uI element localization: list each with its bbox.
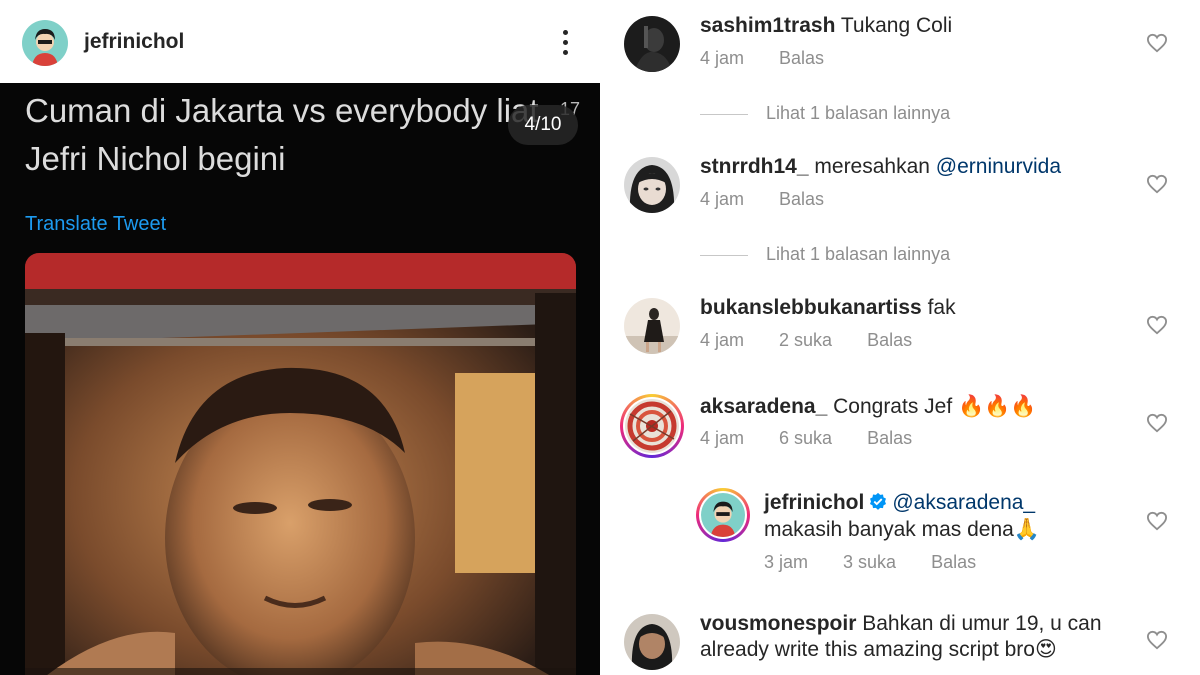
post-panel: jefrinichol Cuman di Jakarta vs everybod…: [0, 0, 600, 675]
heart-icon[interactable]: [1146, 511, 1168, 531]
comment-likes[interactable]: 6 suka: [779, 428, 832, 448]
commenter-avatar[interactable]: [625, 399, 679, 453]
comment-time: 4 jam: [700, 330, 745, 350]
comment-username[interactable]: vousmonespoir: [700, 612, 856, 635]
view-replies-label: Lihat 1 balasan lainnya: [766, 244, 951, 264]
commenter-avatar[interactable]: [701, 493, 745, 537]
comment-text-line: jefrinichol @aksaradena_: [764, 491, 1035, 515]
comment-username[interactable]: aksaradena_: [700, 395, 827, 418]
replies-divider: [700, 113, 748, 115]
verified-badge-icon: [870, 492, 887, 510]
comment-text: makasih banyak mas dena: [764, 518, 1014, 541]
comment-text: meresahkan: [814, 155, 936, 178]
view-more-replies[interactable]: Lihat 1 balasan lainnya: [700, 103, 950, 124]
comment-likes[interactable]: 2 suka: [779, 330, 832, 350]
comment-username[interactable]: jefrinichol: [764, 491, 864, 514]
tweet-photo: [25, 253, 576, 675]
commenter-avatar[interactable]: [624, 16, 680, 72]
story-ring[interactable]: [620, 394, 684, 458]
comment-text: Congrats Jef: [833, 395, 959, 418]
post-media[interactable]: Cuman di Jakarta vs everybody liat Jefri…: [0, 83, 600, 675]
commenter-avatar[interactable]: [624, 298, 680, 354]
comments-panel: sashim1trash Tukang Coli 4 jam Balas Lih…: [600, 0, 1200, 675]
comment-meta: 4 jam 2 suka Balas: [700, 330, 942, 351]
comment-time: 4 jam: [700, 428, 745, 448]
reply-button[interactable]: Balas: [867, 428, 912, 448]
comment-username[interactable]: sashim1trash: [700, 14, 835, 37]
heart-icon[interactable]: [1146, 174, 1168, 194]
view-replies-label: Lihat 1 balasan lainnya: [766, 103, 951, 123]
view-more-replies[interactable]: Lihat 1 balasan lainnya: [700, 244, 950, 265]
comment-meta: 3 jam 3 suka Balas: [764, 552, 1006, 573]
tweet-text: Cuman di Jakarta vs everybody liat Jefri…: [25, 92, 539, 177]
comment-username[interactable]: stnrrdh14_: [700, 155, 809, 178]
post-header: jefrinichol: [0, 0, 600, 83]
comment-text-line: stnrrdh14_ meresahkan @erninurvida: [700, 155, 1061, 179]
commenter-avatar[interactable]: [624, 614, 680, 670]
fire-emoji: 🔥🔥🔥: [958, 395, 1037, 418]
comment-likes[interactable]: 3 suka: [843, 552, 896, 572]
heart-eyes-emoji: 😍: [1034, 638, 1057, 661]
reply-button[interactable]: Balas: [931, 552, 976, 572]
comment-username[interactable]: bukanslebbukanartiss: [700, 296, 922, 319]
comment-text-line: vousmonespoir Bahkan di umur 19, u can: [700, 612, 1102, 636]
slide-counter: 4/10: [508, 105, 578, 145]
comment-text-line-2: makasih banyak mas dena🙏: [764, 518, 1040, 542]
comment-text-line: aksaradena_ Congrats Jef 🔥🔥🔥: [700, 395, 1036, 419]
replies-divider: [700, 254, 748, 256]
commenter-avatar[interactable]: [624, 157, 680, 213]
heart-icon[interactable]: [1146, 630, 1168, 650]
post-author-avatar[interactable]: [22, 20, 68, 66]
comment-text: fak: [927, 296, 956, 319]
comment-meta: 4 jam Balas: [700, 189, 854, 210]
comment-text-line: bukanslebbukanartiss fak: [700, 296, 956, 320]
comment-meta: 4 jam Balas: [700, 48, 854, 69]
reply-button[interactable]: Balas: [867, 330, 912, 350]
pray-emoji: 🙏: [1013, 518, 1040, 541]
comment-text-continued: already write this amazing script bro: [700, 638, 1035, 661]
comment-text: Tukang Coli: [840, 14, 953, 37]
post-author-username[interactable]: jefrinichol: [84, 30, 184, 54]
heart-icon[interactable]: [1146, 413, 1168, 433]
comment-text-line: sashim1trash Tukang Coli: [700, 14, 952, 38]
comment-time: 4 jam: [700, 48, 745, 68]
comment-mention[interactable]: @erninurvida: [936, 155, 1061, 178]
comment-text: Bahkan di umur 19, u can: [862, 612, 1102, 635]
heart-icon[interactable]: [1146, 315, 1168, 335]
reply-button[interactable]: Balas: [779, 189, 824, 209]
comment-meta: 4 jam 6 suka Balas: [700, 428, 942, 449]
translate-tweet-link[interactable]: Translate Tweet: [25, 213, 166, 236]
story-ring[interactable]: [696, 488, 750, 542]
comment-time: 4 jam: [700, 189, 745, 209]
comment-mention[interactable]: @aksaradena_: [892, 491, 1035, 514]
reply-button[interactable]: Balas: [779, 48, 824, 68]
more-vertical-icon[interactable]: [556, 28, 576, 58]
comment-time: 3 jam: [764, 552, 809, 572]
comment-text-line-2: already write this amazing script bro😍: [700, 637, 1057, 662]
heart-icon[interactable]: [1146, 33, 1168, 53]
